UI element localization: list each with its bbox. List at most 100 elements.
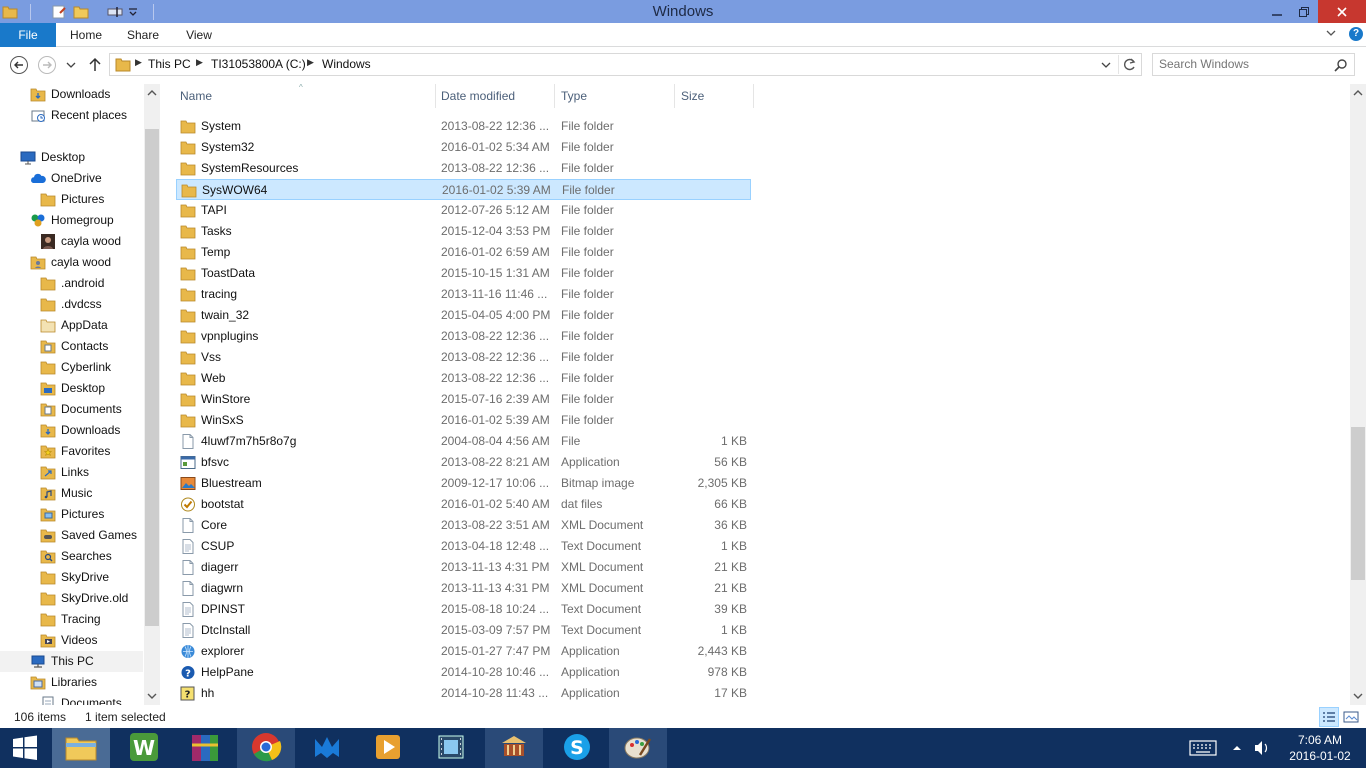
tab-home[interactable]: Home: [64, 23, 108, 47]
column-header-date-modified[interactable]: Date modified: [441, 89, 515, 103]
file-row[interactable]: diagwrn 2013-11-13 4:31 PM XML Document 21 …: [176, 578, 751, 599]
file-row[interactable]: System 2013-08-22 12:36 ... File folder: [176, 116, 751, 137]
up-button[interactable]: [85, 55, 105, 75]
file-row[interactable]: TAPI 2012-07-26 5:12 AM File folder: [176, 200, 751, 221]
breadcrumb-windows[interactable]: Windows: [322, 57, 371, 71]
file-row[interactable]: vpnplugins 2013-08-22 12:36 ... File folde…: [176, 326, 751, 347]
nav-item-this-pc[interactable]: This PC: [0, 651, 143, 672]
taskbar-app-winrar[interactable]: [176, 728, 234, 768]
taskbar-app-malwarebytes[interactable]: [298, 728, 356, 768]
scroll-down-arrow-icon[interactable]: [1353, 691, 1363, 701]
file-row[interactable]: DPINST 2015-08-18 10:24 ... Text Document 3…: [176, 599, 751, 620]
nav-item-documents[interactable]: Documents: [0, 693, 143, 705]
recent-locations-chevron-icon[interactable]: [64, 55, 78, 75]
search-icon[interactable]: [1334, 58, 1348, 72]
file-row[interactable]: Web 2013-08-22 12:36 ... File folder: [176, 368, 751, 389]
file-row[interactable]: DtcInstall 2015-03-09 7:57 PM Text Documen…: [176, 620, 751, 641]
file-row[interactable]: System32 2016-01-02 5:34 AM File folder: [176, 137, 751, 158]
tab-view[interactable]: View: [180, 23, 218, 47]
back-button[interactable]: [9, 55, 29, 75]
column-divider[interactable]: [753, 84, 754, 108]
scrollbar-thumb[interactable]: [1351, 427, 1365, 580]
file-row[interactable]: ToastData 2015-10-15 1:31 AM File folder: [176, 263, 751, 284]
nav-item-onedrive[interactable]: OneDrive: [0, 168, 143, 189]
nav-item-dvdcss[interactable]: .dvdcss: [0, 294, 143, 315]
nav-item-downloads[interactable]: Downloads: [0, 420, 143, 441]
nav-item-android[interactable]: .android: [0, 273, 143, 294]
taskbar-app-library[interactable]: [485, 728, 543, 768]
scrollbar-thumb[interactable]: [145, 129, 159, 626]
taskbar-app-media-player[interactable]: [359, 728, 417, 768]
address-dropdown-chevron-icon[interactable]: [1100, 59, 1112, 71]
file-row[interactable]: SystemResources 2013-08-22 12:36 ... File …: [176, 158, 751, 179]
nav-item-pictures[interactable]: Pictures: [0, 504, 143, 525]
column-header-name[interactable]: Name: [180, 89, 212, 103]
system-clock[interactable]: 7:06 AM 2016-01-02: [1280, 732, 1360, 764]
nav-item-desktop[interactable]: Desktop: [0, 147, 143, 168]
file-row[interactable]: ? HelpPane 2014-10-28 10:46 ... Application…: [176, 662, 751, 683]
nav-item-saved-games[interactable]: Saved Games: [0, 525, 143, 546]
column-divider[interactable]: [435, 84, 436, 108]
large-icons-view-button[interactable]: [1341, 707, 1361, 727]
close-button[interactable]: [1318, 0, 1366, 23]
search-box[interactable]: [1152, 53, 1355, 76]
nav-item-skydrive[interactable]: SkyDrive: [0, 567, 143, 588]
show-hidden-icons-button[interactable]: [1230, 728, 1248, 768]
file-row[interactable]: diagerr 2013-11-13 4:31 PM XML Document 21 …: [176, 557, 751, 578]
breadcrumb-separator-icon[interactable]: ▶: [307, 57, 314, 68]
breadcrumb-drive[interactable]: TI31053800A (C:): [211, 57, 306, 71]
column-divider[interactable]: [674, 84, 675, 108]
nav-item-appdata[interactable]: AppData: [0, 315, 143, 336]
nav-item-cayla-wood[interactable]: cayla wood: [0, 231, 143, 252]
details-view-button[interactable]: [1319, 707, 1339, 727]
scroll-up-arrow-icon[interactable]: [1353, 88, 1363, 98]
nav-item-skydrive-old[interactable]: SkyDrive.old: [0, 588, 143, 609]
help-icon[interactable]: ?: [1349, 27, 1363, 41]
column-divider[interactable]: [554, 84, 555, 108]
address-bar[interactable]: ▶ This PC ▶ TI31053800A (C:) ▶ Windows: [109, 53, 1142, 76]
file-row[interactable]: ? hh 2014-10-28 11:43 ... Application 17 KB: [176, 683, 751, 704]
file-row[interactable]: bfsvc 2013-08-22 8:21 AM Application 56 KB: [176, 452, 751, 473]
file-row[interactable]: CSUP 2013-04-18 12:48 ... Text Document 1 K…: [176, 536, 751, 557]
scroll-down-arrow-icon[interactable]: [147, 691, 157, 701]
restore-button[interactable]: [1290, 0, 1318, 23]
tab-share[interactable]: Share: [122, 23, 164, 47]
search-input[interactable]: [1159, 57, 1329, 71]
file-row[interactable]: Temp 2016-01-02 6:59 AM File folder: [176, 242, 751, 263]
nav-item-favorites[interactable]: Favorites: [0, 441, 143, 462]
file-row[interactable]: Bluestream 2009-12-17 10:06 ... Bitmap ima…: [176, 473, 751, 494]
volume-button[interactable]: [1252, 728, 1274, 768]
file-row[interactable]: WinStore 2015-07-16 2:39 AM File folder: [176, 389, 751, 410]
file-row[interactable]: twain_32 2015-04-05 4:00 PM File folder: [176, 305, 751, 326]
file-row[interactable]: WinSxS 2016-01-02 5:39 AM File folder: [176, 410, 751, 431]
nav-item-desktop[interactable]: Desktop: [0, 378, 143, 399]
nav-item-contacts[interactable]: Contacts: [0, 336, 143, 357]
navigation-pane-scrollbar[interactable]: [144, 84, 160, 705]
breadcrumb-separator-icon[interactable]: ▶: [196, 57, 203, 68]
nav-item-pictures[interactable]: Pictures: [0, 189, 143, 210]
taskbar-app-wordperfect[interactable]: W: [115, 728, 173, 768]
nav-item-recent-places[interactable]: Recent places: [0, 105, 143, 126]
file-row[interactable]: bootstat 2016-01-02 5:40 AM dat files 66 KB: [176, 494, 751, 515]
nav-item-music[interactable]: Music: [0, 483, 143, 504]
file-row[interactable]: Vss 2013-08-22 12:36 ... File folder: [176, 347, 751, 368]
breadcrumb-this-pc[interactable]: This PC: [148, 57, 191, 71]
nav-item-links[interactable]: Links: [0, 462, 143, 483]
scroll-up-arrow-icon[interactable]: [147, 88, 157, 98]
refresh-button[interactable]: [1118, 55, 1140, 74]
taskbar-app-chrome[interactable]: [237, 728, 295, 768]
taskbar-app-video-editor[interactable]: [422, 728, 480, 768]
nav-item-libraries[interactable]: Libraries: [0, 672, 143, 693]
file-row[interactable]: 4luwf7m7h5r8o7g 2004-08-04 4:56 AM File 1 K…: [176, 431, 751, 452]
minimize-button[interactable]: [1262, 0, 1292, 23]
nav-item-cayla-wood[interactable]: cayla wood: [0, 252, 143, 273]
file-row[interactable]: Tasks 2015-12-04 3:53 PM File folder: [176, 221, 751, 242]
column-header-type[interactable]: Type: [561, 89, 587, 103]
file-row[interactable]: SysWOW64 2016-01-02 5:39 AM File folder: [176, 179, 751, 200]
breadcrumb-separator-icon[interactable]: ▶: [135, 57, 142, 68]
file-row[interactable]: tracing 2013-11-16 11:46 ... File folder: [176, 284, 751, 305]
column-header-size[interactable]: Size: [681, 89, 704, 103]
nav-item-tracing[interactable]: Tracing: [0, 609, 143, 630]
nav-item-videos[interactable]: Videos: [0, 630, 143, 651]
expand-ribbon-chevron-icon[interactable]: [1325, 27, 1337, 39]
